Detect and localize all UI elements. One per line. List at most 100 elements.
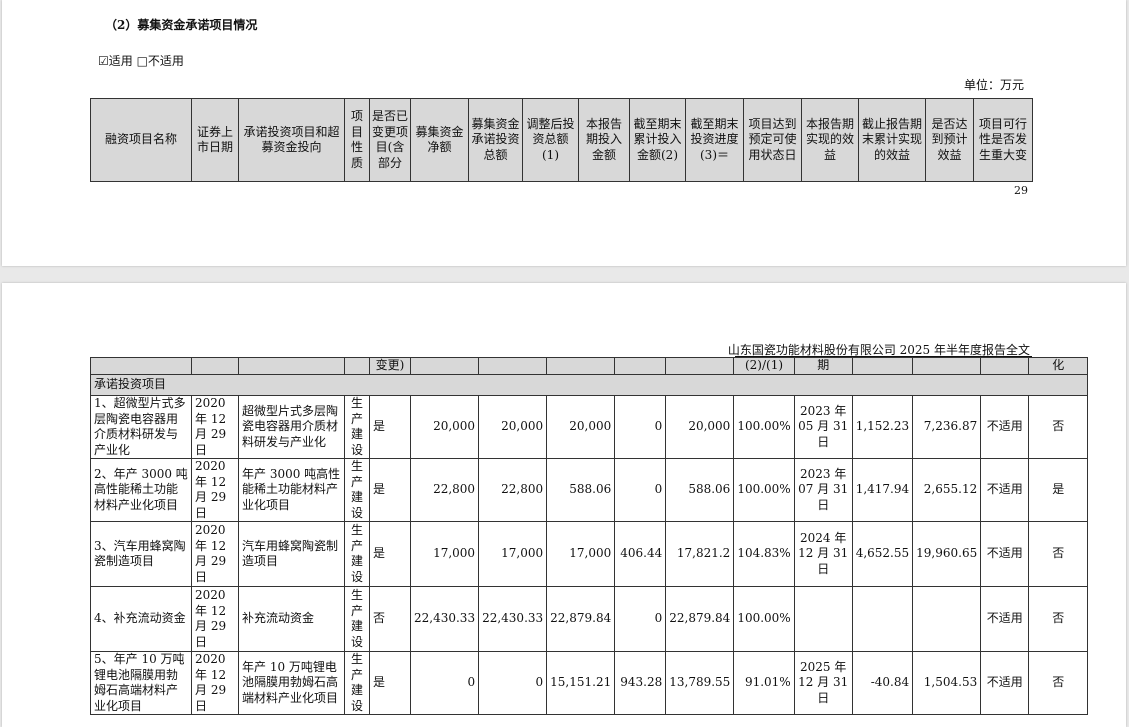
project-nature: 生产建设 (344, 651, 370, 715)
period-benefit: 1,417.94 (851, 458, 914, 522)
ready-date (793, 586, 853, 652)
investment-progress: 104.83% (733, 521, 795, 587)
period-investment: 943.28 (614, 651, 667, 715)
committed-project: 年产 3000 吨高性能稀土功能材料产业化项目 (238, 458, 345, 522)
committed-project: 汽车用蜂窝陶瓷制造项目 (238, 521, 345, 587)
continued-header-row: 变更) (2)/(1) 期 化 (90, 357, 1089, 375)
section-title: （2）募集资金承诺项目情况 (105, 18, 258, 32)
benefit-achieved: 不适用 (980, 458, 1030, 522)
ready-date: 2025 年 12 月 31 日 (793, 651, 853, 715)
continued-header-cell (614, 357, 667, 375)
committed-project: 补充流动资金 (238, 586, 345, 652)
net-amount: 20,000 (409, 395, 480, 459)
table-row: 5、年产 10 万吨锂电池隔膜用勃姆石高端材料产业化项目 2020 年 12 月 … (90, 651, 1089, 715)
feasibility-change: 否 (1028, 395, 1089, 459)
investment-progress: 91.01% (733, 651, 795, 715)
table-row: 1、超微型片式多层陶瓷电容器用介质材料研发与产业化 2020 年 12 月 29 … (90, 395, 1089, 459)
project-nature: 生产建设 (344, 521, 370, 587)
project-nature: 生产建设 (344, 458, 370, 522)
adjusted-total: 17,000 (546, 521, 616, 587)
table-row: 2、年产 3000 吨高性能稀土功能材料产业化项目 2020 年 12 月 29 … (90, 458, 1089, 522)
feasibility-change: 否 (1028, 521, 1089, 587)
cumulative-benefit: 2,655.12 (912, 458, 982, 522)
benefit-achieved: 不适用 (980, 521, 1030, 587)
header-cell: 本报告期实现的效益 (801, 98, 859, 182)
net-amount: 22,800 (409, 458, 480, 522)
header-cell: 募集资金净额 (410, 98, 469, 182)
header-cell: 截至期末投资进度(3)＝ (685, 98, 744, 182)
continued-header-cell (344, 357, 370, 375)
header-cell: 项目达到预定可使用状态日 (743, 98, 802, 182)
committed-total: 22,430.33 (478, 586, 548, 652)
project-name: 1、超微型片式多层陶瓷电容器用介质材料研发与产业化 (90, 395, 192, 459)
committed-total: 0 (478, 651, 548, 715)
continued-header-cell: 期 (793, 357, 853, 375)
cumulative-investment: 588.06 (665, 458, 735, 522)
continued-header-cell (546, 357, 616, 375)
cumulative-investment: 22,879.84 (665, 586, 735, 652)
continued-header-cell: 变更) (369, 357, 411, 375)
cumulative-benefit (912, 586, 982, 652)
changed-flag: 否 (369, 586, 411, 652)
ready-date: 2024 年 12 月 31 日 (793, 521, 853, 587)
feasibility-change: 是 (1028, 458, 1089, 522)
period-investment: 0 (614, 395, 667, 459)
category-row: 承诺投资项目 (89, 374, 1089, 396)
category-label: 承诺投资项目 (89, 374, 1089, 396)
header-cell: 截至期末累计投入金额(2) (629, 98, 686, 182)
committed-total: 17,000 (478, 521, 548, 587)
cumulative-investment: 17,821.2 (665, 521, 735, 587)
period-investment: 406.44 (614, 521, 667, 587)
header-cell: 承诺投资项目和超募资金投向 (238, 98, 345, 182)
table-row: 4、补充流动资金 2020 年 12 月 29 日补充流动资金 生产建设否 22,43… (90, 586, 1089, 652)
continued-header-cell (191, 357, 239, 375)
adjusted-total: 22,879.84 (546, 586, 616, 652)
committed-total: 22,800 (478, 458, 548, 522)
header-cell: 融资项目名称 (90, 98, 192, 182)
committed-total: 20,000 (478, 395, 548, 459)
adjusted-total: 20,000 (546, 395, 616, 459)
changed-flag: 是 (369, 651, 411, 715)
listing-date: 2020 年 12 月 29 日 (191, 395, 239, 459)
changed-flag: 是 (369, 395, 411, 459)
header-cell: 截止报告期末累计实现的效益 (858, 98, 926, 182)
ready-date: 2023 年 05 月 31 日 (793, 395, 853, 459)
benefit-achieved: 不适用 (980, 395, 1030, 459)
cumulative-investment: 20,000 (665, 395, 735, 459)
project-name: 3、汽车用蜂窝陶瓷制造项目 (90, 521, 192, 587)
benefit-achieved: 不适用 (980, 586, 1030, 652)
investment-progress: 100.00% (733, 586, 795, 652)
committed-project: 超微型片式多层陶瓷电容器用介质材料研发与产业化 (238, 395, 345, 459)
continued-header-cell: 化 (1028, 357, 1089, 375)
project-nature: 生产建设 (344, 586, 370, 652)
changed-flag: 是 (369, 521, 411, 587)
header-cell: 项目可行性是否发生重大变 (973, 98, 1033, 182)
listing-date: 2020 年 12 月 29 日 (191, 458, 239, 522)
period-benefit: 4,652.55 (851, 521, 914, 587)
net-amount: 22,430.33 (409, 586, 480, 652)
project-name: 2、年产 3000 吨高性能稀土功能材料产业化项目 (90, 458, 192, 522)
cumulative-benefit: 1,504.53 (912, 651, 982, 715)
document-page-1: （2）募集资金承诺项目情况 ☑适用 □不适用 单位：万元 融资项目名称 证券上市日… (2, 0, 1126, 266)
project-nature: 生产建设 (344, 395, 370, 459)
cumulative-investment: 13,789.55 (665, 651, 735, 715)
feasibility-change: 否 (1028, 586, 1089, 652)
apply-checkbox: ☑适用 □不适用 (98, 54, 184, 68)
net-amount: 0 (409, 651, 480, 715)
period-investment: 0 (614, 458, 667, 522)
header-cell: 调整后投资总额(1) (522, 98, 579, 182)
continued-header-cell (665, 357, 735, 375)
committed-project: 年产 10 万吨锂电池隔膜用勃姆石高端材料产业化项目 (238, 651, 345, 715)
header-cell: 是否达到预计效益 (925, 98, 974, 182)
listing-date: 2020 年 12 月 29 日 (191, 521, 239, 587)
continued-header-cell (409, 357, 480, 375)
period-benefit (851, 586, 914, 652)
page-number: 29 (1014, 184, 1028, 197)
continued-header-cell (478, 357, 548, 375)
feasibility-change: 否 (1028, 651, 1089, 715)
benefit-achieved: 不适用 (980, 651, 1030, 715)
listing-date: 2020 年 12 月 29 日 (191, 651, 239, 715)
adjusted-total: 588.06 (546, 458, 616, 522)
ready-date: 2023 年 07 月 31 日 (793, 458, 853, 522)
period-investment: 0 (614, 586, 667, 652)
